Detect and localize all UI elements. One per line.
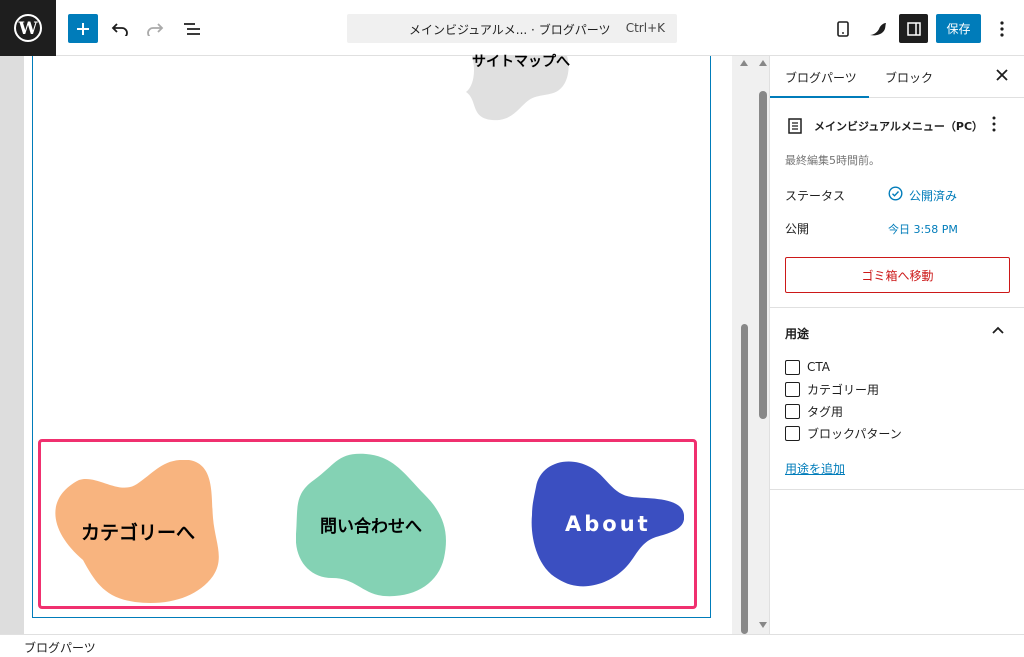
editor-canvas-area: サイトマップへ カテゴリーへ 問い合わせへ About — [0, 54, 770, 634]
close-icon — [996, 69, 1008, 81]
sidebar-icon — [906, 21, 921, 36]
usage-option-cta[interactable]: CTA — [785, 359, 830, 375]
add-usage-link[interactable]: 用途を追加 — [785, 460, 845, 477]
usage-heading[interactable]: 用途 — [785, 325, 809, 342]
close-sidebar-button[interactable] — [996, 66, 1008, 85]
more-vertical-icon — [992, 116, 996, 132]
post-actions-button[interactable] — [992, 116, 996, 135]
tab-block[interactable]: ブロック — [885, 69, 933, 86]
canvas-scrollbar[interactable] — [732, 56, 756, 634]
mobile-device-icon — [837, 20, 849, 37]
check-circle-icon — [888, 186, 903, 201]
post-title: メインビジュアルメニュー（PC） — [814, 120, 984, 133]
redo-icon — [147, 22, 164, 36]
usage-option-block-pattern[interactable]: ブロックパターン — [785, 425, 902, 441]
breadcrumb-item[interactable]: ブログパーツ — [24, 639, 96, 656]
editor-scrollbar[interactable] — [756, 56, 770, 634]
contact-link[interactable]: 問い合わせへ — [320, 512, 422, 537]
undo-button[interactable] — [106, 14, 134, 43]
scroll-down-icon[interactable] — [759, 622, 767, 628]
command-palette-bar[interactable]: メインビジュアルメ... · ブログパーツ Ctrl+K — [347, 14, 677, 43]
editor-header: W メインビジュアルメ... · ブログパーツ Ctrl+K 保存 — [0, 0, 1024, 56]
usage-option-label: CTA — [807, 360, 830, 374]
preview-button[interactable] — [830, 14, 856, 43]
undo-icon — [111, 22, 128, 36]
document-title: メインビジュアルメ... · ブログパーツ — [409, 23, 611, 37]
status-label: ステータス — [785, 189, 846, 203]
about-link[interactable]: About — [565, 512, 651, 536]
last-edited-text: 最終編集5時間前。 — [785, 154, 880, 167]
document-overview-button[interactable] — [178, 14, 206, 43]
checkbox[interactable] — [785, 359, 800, 375]
styles-button[interactable] — [864, 14, 892, 43]
blob-style-icon — [870, 22, 886, 35]
save-button[interactable]: 保存 — [936, 14, 981, 43]
wordpress-logo-button[interactable]: W — [0, 0, 56, 56]
publish-label: 公開 — [785, 222, 810, 236]
add-block-button[interactable] — [68, 14, 98, 43]
checkbox[interactable] — [785, 381, 800, 397]
sidebar-tabs: ブログパーツ ブロック — [770, 56, 1024, 98]
editor-canvas[interactable]: サイトマップへ カテゴリーへ 問い合わせへ About — [24, 54, 732, 634]
settings-sidebar-toggle[interactable] — [899, 14, 928, 43]
category-link[interactable]: カテゴリーへ — [81, 518, 195, 545]
block-breadcrumb-bar: ブログパーツ — [0, 634, 1024, 657]
redo-button[interactable] — [141, 14, 169, 43]
scroll-up-icon[interactable] — [740, 60, 748, 66]
editor-scrollbar-thumb[interactable] — [759, 91, 767, 419]
scroll-up-icon[interactable] — [759, 60, 767, 66]
move-to-trash-button[interactable]: ゴミ箱へ移動 — [785, 257, 1010, 293]
settings-sidebar: ブログパーツ ブロック メインビジュアルメニュー（PC） 最終編集5時間前。 ス… — [770, 56, 1024, 634]
wordpress-icon: W — [14, 14, 42, 42]
status-value-link[interactable]: 公開済み — [909, 187, 957, 204]
usage-option-label: タグ用 — [807, 404, 844, 419]
usage-option-label: ブロックパターン — [807, 426, 902, 441]
svg-text:W: W — [17, 19, 38, 39]
checkbox[interactable] — [785, 403, 800, 419]
plus-icon — [77, 22, 89, 35]
document-icon — [788, 118, 802, 134]
options-menu-button[interactable] — [990, 14, 1014, 43]
usage-option-tag[interactable]: タグ用 — [785, 403, 843, 419]
usage-option-category[interactable]: カテゴリー用 — [785, 381, 879, 397]
sitemap-link[interactable]: サイトマップへ — [472, 51, 570, 71]
usage-panel: 用途 CTA カテゴリー用 タグ用 ブロックパターン 用途を追加 — [770, 308, 1024, 490]
command-shortcut: Ctrl+K — [625, 21, 665, 35]
tab-blog-parts[interactable]: ブログパーツ — [785, 69, 857, 86]
canvas-scrollbar-thumb[interactable] — [741, 324, 748, 634]
publish-date-link[interactable]: 今日 3:58 PM — [888, 221, 958, 237]
more-vertical-icon — [1000, 20, 1004, 37]
list-view-icon — [184, 22, 200, 35]
checkbox[interactable] — [785, 425, 800, 441]
chevron-up-icon[interactable] — [992, 326, 1004, 334]
usage-option-label: カテゴリー用 — [807, 382, 880, 397]
